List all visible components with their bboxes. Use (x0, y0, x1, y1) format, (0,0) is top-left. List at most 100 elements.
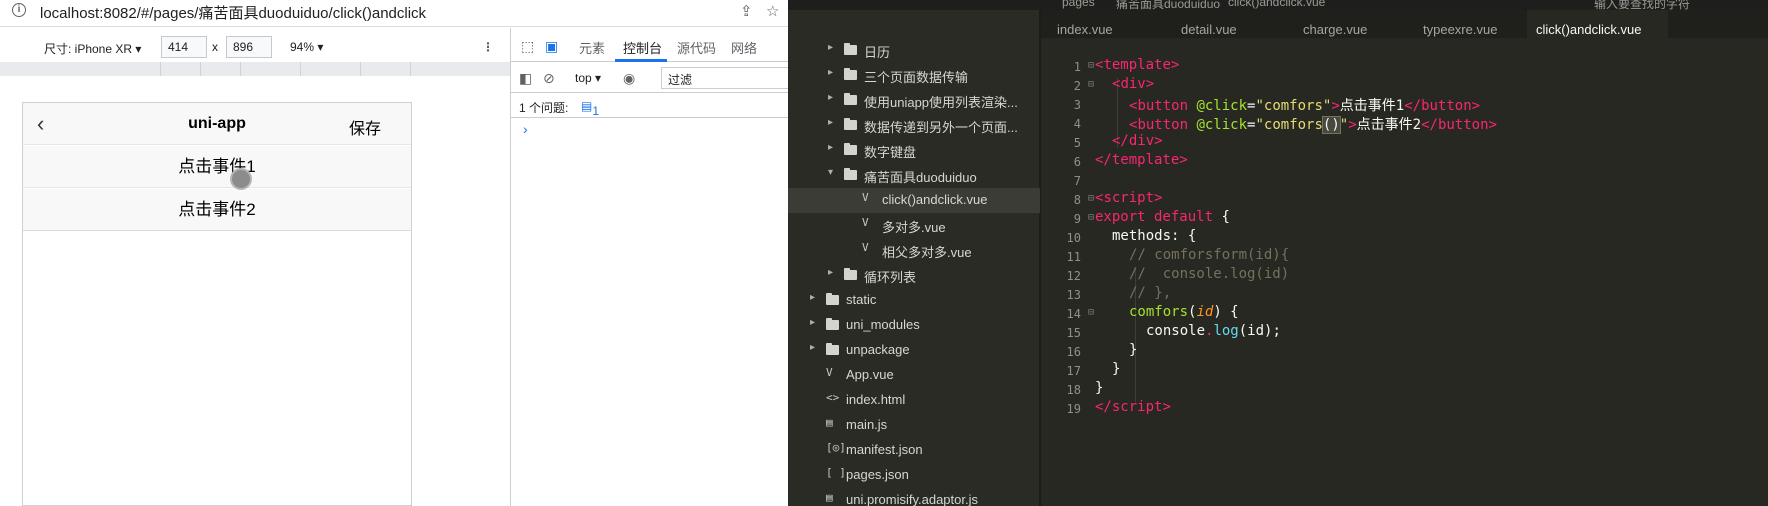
fold-marker-icon[interactable]: ⊟ (1088, 79, 1094, 90)
share-icon[interactable]: ⇪ (740, 2, 753, 20)
chevron-right-icon[interactable]: ▸ (828, 117, 833, 128)
issues-label: 1 个问题: (519, 101, 569, 115)
folder-icon (844, 68, 857, 80)
line-number: 14 (1066, 307, 1081, 321)
chevron-right-icon[interactable]: ▸ (810, 292, 815, 303)
code-line: console.log(id); (1146, 323, 1281, 339)
device-viewport: ‹ uni-app 保存 点击事件1 点击事件2 (22, 102, 412, 506)
tree-item[interactable]: Vclick()andclick.vue (788, 188, 1040, 213)
parameter: id (1196, 304, 1214, 320)
tree-item[interactable]: V App.vue (788, 363, 1040, 388)
folder-icon (826, 318, 839, 330)
tab-click-andclick-vue[interactable]: click()andclick.vue (1527, 10, 1668, 38)
save-button[interactable]: 保存 (349, 115, 381, 139)
breadcrumb-file[interactable]: click()andclick.vue (1228, 0, 1325, 9)
zoom-select[interactable]: 94% ▾ (290, 40, 323, 54)
console-prompt[interactable]: › (523, 121, 528, 137)
line-number: 1 (1073, 60, 1081, 74)
tag-name: button (1137, 117, 1189, 133)
tree-item[interactable]: ▤ main.js (788, 413, 1040, 438)
tab-sources[interactable]: 源代码 (677, 38, 716, 57)
tree-item[interactable]: ▸ unpackage (788, 338, 1040, 363)
code-line: <template> (1095, 57, 1179, 73)
tag-bracket: </ (1421, 117, 1438, 133)
line-number: 18 (1066, 383, 1081, 397)
tag-bracket: > (1179, 152, 1188, 168)
chevron-right-icon[interactable]: ▸ (810, 342, 815, 353)
breadcrumb-pages[interactable]: pages (1062, 0, 1095, 9)
tab-network[interactable]: 网络 (731, 38, 757, 57)
vue-file-icon: V (826, 366, 833, 379)
attr-name: @click (1188, 117, 1248, 133)
fold-marker-icon[interactable]: ⊟ (1088, 307, 1094, 318)
tree-item-label: index.html (846, 392, 906, 407)
tag-name: script (1103, 190, 1155, 206)
tag-name: template (1111, 152, 1180, 168)
inspect-element-icon[interactable]: ⬚ (521, 38, 534, 55)
click-event-1-button[interactable]: 点击事件1 (23, 146, 411, 188)
project-explorer: ▸ 日历 ▸ 三个页面数据传输 ▸ 使用uniapp使用列表渲染... ▸ 数据传递到另外一个… (788, 10, 1040, 506)
tree-item-label: static (846, 292, 877, 307)
tree-item-label: pages.json (846, 467, 909, 482)
tab-charge-vue[interactable]: charge.vue (1303, 10, 1413, 38)
tree-item[interactable]: ▸ 三个页面数据传输 (788, 63, 1040, 88)
folder-icon (844, 93, 857, 105)
tree-item[interactable]: ▸ static (788, 288, 1040, 313)
context-select[interactable]: top ▾ (575, 71, 601, 85)
chevron-right-icon[interactable]: ▸ (828, 267, 833, 278)
address-bar[interactable]: i localhost:8082/#/pages/痛苦面具duoduiduo/c… (0, 0, 788, 24)
tab-console[interactable]: 控制台 (623, 38, 662, 57)
active-tab-underline (615, 59, 667, 62)
fold-marker-icon[interactable]: ⊟ (1088, 60, 1094, 71)
tag-bracket: > (1331, 98, 1340, 114)
json-file-icon: [ ] (826, 466, 846, 479)
chevron-right-icon[interactable]: ▸ (828, 92, 833, 103)
issues-badge[interactable]: ▤ 1 (581, 99, 599, 118)
tree-item[interactable]: ▸ 日历 (788, 38, 1040, 63)
device-toggle-icon[interactable]: ▣ (545, 38, 558, 55)
tree-item[interactable]: [◎] manifest.json (788, 438, 1040, 463)
eye-icon[interactable]: ◉ (623, 70, 635, 87)
tag-bracket: > (1348, 117, 1357, 133)
device-size-select[interactable]: 尺寸: iPhone XR ▾ (44, 40, 141, 57)
fold-marker-icon[interactable]: ⊟ (1088, 193, 1094, 204)
tab-typeexre-vue[interactable]: typeexre.vue (1423, 10, 1533, 38)
device-width-input[interactable]: 414 (161, 36, 207, 58)
console-filter-input[interactable]: 过滤 (661, 67, 788, 89)
tree-item-label: click()andclick.vue (882, 192, 988, 207)
chevron-right-icon[interactable]: ▸ (828, 42, 833, 53)
more-options-icon[interactable]: ⋮ (482, 40, 494, 54)
tree-item[interactable]: ▸ 使用uniapp使用列表渲染... (788, 88, 1040, 113)
tree-item[interactable]: ▸ 循环列表 (788, 263, 1040, 288)
chevron-right-icon[interactable]: ▸ (828, 67, 833, 78)
tag-name: div (1120, 76, 1146, 92)
tree-item[interactable]: <> index.html (788, 388, 1040, 413)
sidebar-toggle-icon[interactable]: ◧ (519, 70, 532, 87)
click-event-2-button[interactable]: 点击事件2 (23, 189, 411, 231)
clear-console-icon[interactable]: ⊘ (543, 70, 555, 87)
chevron-right-icon[interactable]: ▸ (810, 317, 815, 328)
tree-item[interactable]: ▾ 痛苦面具duoduiduo (788, 163, 1040, 188)
site-info-icon[interactable]: i (12, 3, 26, 17)
tree-item-label: 相父多对多.vue (882, 245, 972, 260)
tree-item[interactable]: V 多对多.vue (788, 213, 1040, 238)
tab-detail-vue[interactable]: detail.vue (1181, 10, 1281, 38)
tree-item[interactable]: ▸ uni_modules (788, 313, 1040, 338)
url-text[interactable]: localhost:8082/#/pages/痛苦面具duoduiduo/cli… (40, 2, 426, 23)
tree-item[interactable]: ▸ 数据传递到另外一个页面... (788, 113, 1040, 138)
bookmark-star-icon[interactable]: ☆ (766, 2, 779, 20)
ruler-mark (240, 62, 241, 76)
tree-item[interactable]: ▸ 数字键盘 (788, 138, 1040, 163)
device-height-input[interactable]: 896 (226, 36, 272, 58)
tree-item[interactable]: [ ] pages.json (788, 463, 1040, 488)
code-text: (id); (1238, 323, 1281, 339)
code-area[interactable]: 1 ⊟ <template> 2 ⊟ <div> 3 <button @clic… (1041, 52, 1768, 506)
line-number: 11 (1066, 250, 1081, 264)
tab-index-vue[interactable]: index.vue (1057, 10, 1157, 38)
tab-elements[interactable]: 元素 (579, 38, 605, 57)
chevron-right-icon[interactable]: ▸ (828, 142, 833, 153)
fold-marker-icon[interactable]: ⊟ (1088, 212, 1094, 223)
chevron-down-icon[interactable]: ▾ (828, 167, 833, 178)
tree-item[interactable]: V 相父多对多.vue (788, 238, 1040, 263)
tree-item[interactable]: ▤ uni.promisify.adaptor.js (788, 488, 1040, 506)
